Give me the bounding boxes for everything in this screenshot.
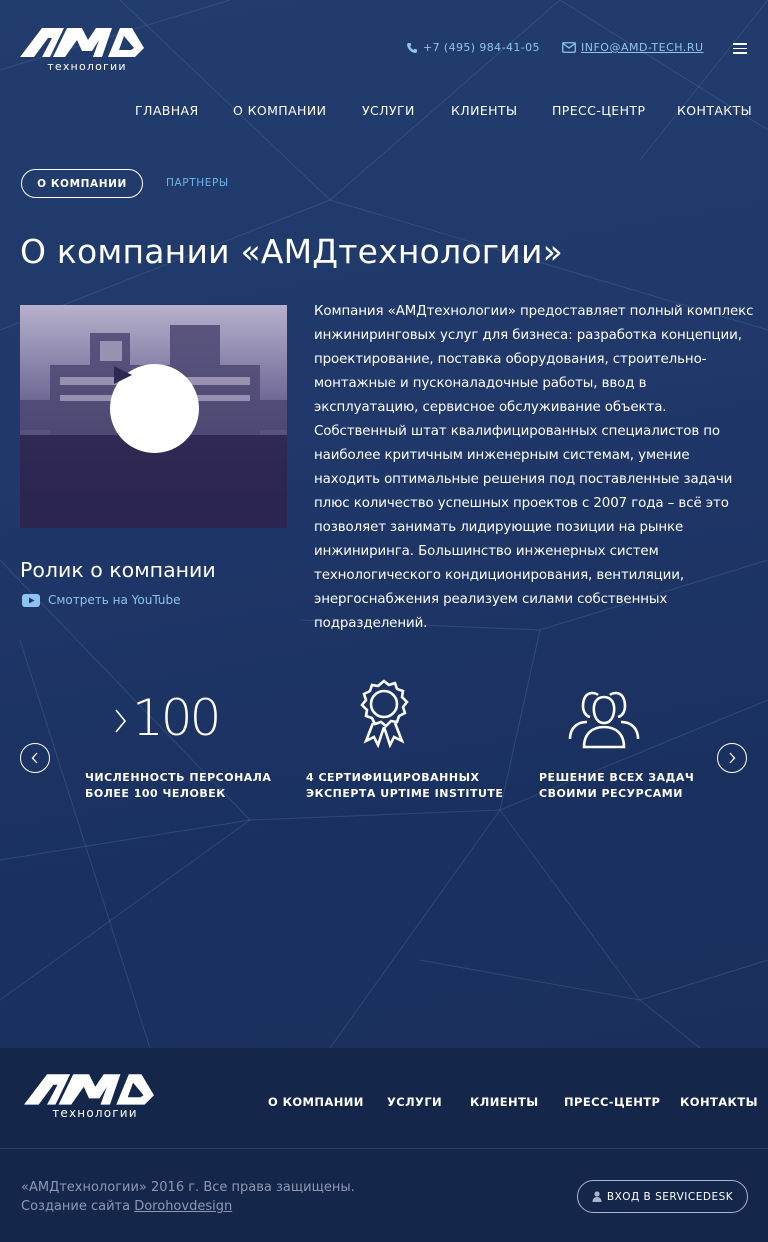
page-title: О компании «АМДтехнологии» bbox=[20, 232, 563, 271]
phone-contact[interactable]: +7 (495) 984-41-05 bbox=[406, 41, 540, 54]
footer-logo-subtitle: технологии bbox=[52, 1106, 138, 1120]
email-link[interactable]: INFO@AMD-TECH.RU bbox=[581, 41, 704, 54]
copyright-text: «АМДтехнологии» 2016 г. Все права защище… bbox=[21, 1180, 355, 1195]
resources-stat-label-line2: СВОИМИ РЕСУРСАМИ bbox=[539, 787, 683, 800]
mail-icon bbox=[562, 42, 576, 53]
staff-stat-label-line1: ЧИСЛЕННОСТЬ ПЕРСОНАЛА bbox=[85, 771, 272, 784]
chevron-right-icon bbox=[729, 752, 736, 764]
email-contact[interactable]: INFO@AMD-TECH.RU bbox=[562, 41, 704, 54]
menu-icon[interactable] bbox=[733, 43, 747, 54]
chevron-left-icon bbox=[31, 752, 38, 764]
nav-item-clients[interactable]: КЛИЕНТЫ bbox=[451, 103, 517, 118]
footer-nav-contacts[interactable]: КОНТАКТЫ bbox=[680, 1095, 758, 1109]
staff-count: 100 bbox=[112, 689, 222, 747]
youtube-link-label[interactable]: Смотреть на YouTube bbox=[48, 593, 180, 607]
carousel-next-button[interactable] bbox=[717, 743, 747, 773]
footer-nav-services[interactable]: УСЛУГИ bbox=[387, 1095, 442, 1109]
resources-stat-label-line1: РЕШЕНИЕ ВСЕХ ЗАДАЧ bbox=[539, 771, 695, 784]
footer-nav-about[interactable]: О КОМПАНИИ bbox=[268, 1095, 364, 1109]
cert-stat-label-line2: ЭКСПЕРТА UPTIME INSTITUTE bbox=[306, 787, 504, 800]
logo[interactable]: технологии bbox=[20, 26, 144, 74]
about-description: Компания «АМДтехнологии» предоставляет п… bbox=[314, 304, 754, 631]
video-title: Ролик о компании bbox=[20, 558, 216, 582]
carousel-prev-button[interactable] bbox=[20, 743, 50, 773]
copyright-block: «АМДтехнологии» 2016 г. Все права защище… bbox=[21, 1178, 355, 1216]
greater-than-icon bbox=[115, 709, 127, 733]
nav-item-press[interactable]: ПРЕСС-ЦЕНТР bbox=[552, 103, 645, 118]
amd-logo-mark bbox=[20, 28, 144, 57]
cert-stat-label: 4 СЕРТИФИЦИРОВАННЫХ ЭКСПЕРТА UPTIME INST… bbox=[306, 770, 503, 802]
servicedesk-login-label: ВХОД В SERVICEDESK bbox=[606, 1190, 734, 1203]
staff-number: 100 bbox=[132, 689, 221, 747]
footer-amd-logo-mark bbox=[24, 1074, 154, 1105]
made-by: Создание сайта Dorohovdesign bbox=[21, 1197, 355, 1216]
user-icon bbox=[592, 1191, 602, 1202]
servicedesk-login-button[interactable]: ВХОД В SERVICEDESK bbox=[577, 1180, 748, 1213]
staff-stat-label-line2: БОЛЕЕ 100 ЧЕЛОВЕК bbox=[85, 787, 226, 800]
video-player[interactable] bbox=[20, 305, 287, 528]
play-icon bbox=[114, 366, 132, 384]
award-icon bbox=[360, 679, 409, 749]
nav-item-contacts[interactable]: КОНТАКТЫ bbox=[677, 103, 752, 118]
tab-about[interactable]: О КОМПАНИИ bbox=[21, 169, 143, 198]
phone-number: +7 (495) 984-41-05 bbox=[423, 41, 540, 54]
team-icon bbox=[568, 691, 640, 749]
cert-stat-label-line1: 4 СЕРТИФИЦИРОВАННЫХ bbox=[306, 771, 480, 784]
tab-partners[interactable]: ПАРТНЕРЫ bbox=[166, 177, 229, 189]
logo-subtitle: технологии bbox=[47, 60, 127, 73]
nav-item-services[interactable]: УСЛУГИ bbox=[362, 103, 415, 118]
footer-divider bbox=[0, 1148, 768, 1149]
footer-nav-clients[interactable]: КЛИЕНТЫ bbox=[470, 1095, 539, 1109]
made-by-link[interactable]: Dorohovdesign bbox=[134, 1199, 232, 1214]
play-button[interactable] bbox=[110, 364, 199, 453]
nav-item-home[interactable]: ГЛАВНАЯ bbox=[135, 103, 199, 118]
footer-nav-press[interactable]: ПРЕСС-ЦЕНТР bbox=[564, 1095, 660, 1109]
staff-stat-label: ЧИСЛЕННОСТЬ ПЕРСОНАЛА БОЛЕЕ 100 ЧЕЛОВЕК bbox=[85, 770, 271, 802]
phone-icon bbox=[407, 42, 417, 53]
resources-stat-label: РЕШЕНИЕ ВСЕХ ЗАДАЧ СВОИМИ РЕСУРСАМИ bbox=[539, 770, 694, 802]
footer: технологии О КОМПАНИИ УСЛУГИ КЛИЕНТЫ ПРЕ… bbox=[0, 1048, 768, 1242]
made-by-prefix: Создание сайта bbox=[21, 1199, 135, 1214]
youtube-link[interactable]: Смотреть на YouTube bbox=[22, 593, 180, 607]
footer-logo[interactable]: технологии bbox=[24, 1072, 154, 1122]
youtube-icon bbox=[22, 593, 40, 607]
main-nav: ГЛАВНАЯ О КОМПАНИИ УСЛУГИ КЛИЕНТЫ ПРЕСС-… bbox=[0, 103, 768, 121]
nav-item-about[interactable]: О КОМПАНИИ bbox=[233, 103, 326, 118]
